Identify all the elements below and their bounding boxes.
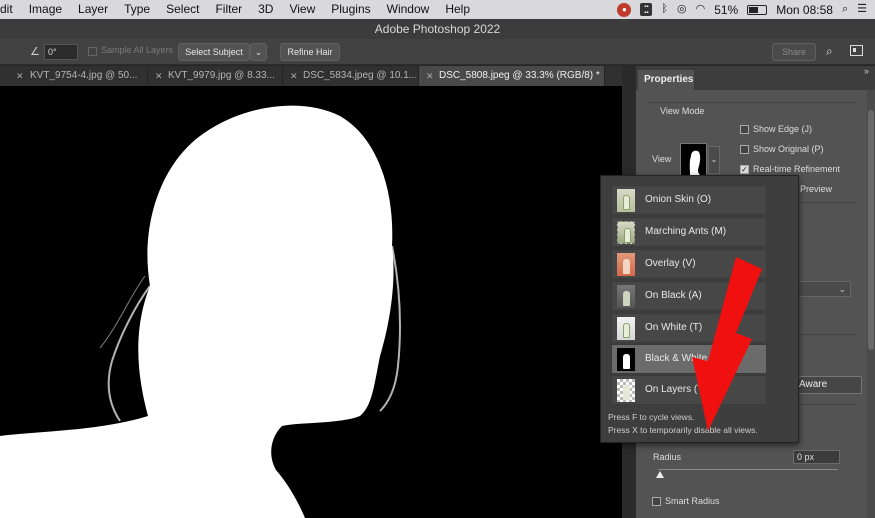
- menu-edit[interactable]: dit: [0, 0, 21, 19]
- show-original-checkbox[interactable]: [740, 144, 749, 154]
- tab-properties[interactable]: Properties: [638, 70, 694, 90]
- silhouette-icon: [689, 150, 701, 175]
- panel-scrollbar-thumb[interactable]: [868, 110, 874, 350]
- show-edge-option[interactable]: Show Edge (J): [740, 124, 812, 134]
- close-icon[interactable]: ✕: [290, 66, 298, 86]
- control-center-icon[interactable]: ☰: [857, 0, 867, 19]
- subject-mask: [0, 105, 401, 518]
- show-original-option[interactable]: Show Original (P): [740, 144, 824, 154]
- menu-3d[interactable]: 3D: [250, 0, 281, 19]
- menu-view[interactable]: View: [281, 0, 323, 19]
- workspace-icon[interactable]: [850, 45, 863, 56]
- smart-radius-option[interactable]: Smart Radius: [652, 496, 720, 506]
- realtime-refinement-checkbox[interactable]: ✓: [740, 164, 749, 174]
- close-icon[interactable]: ✕: [426, 66, 434, 86]
- battery-percent: 51%: [714, 2, 739, 17]
- view-mode-dropdown[interactable]: ⌄: [708, 146, 720, 174]
- refine-hair-button[interactable]: Refine Hair: [280, 43, 340, 61]
- option-label: Onion Skin (O): [645, 194, 712, 205]
- option-label: Marching Ants (M): [645, 226, 727, 237]
- menu-type[interactable]: Type: [116, 0, 158, 19]
- sample-all-layers-label: Sample All Layers: [101, 45, 174, 55]
- tab-kvt-9754[interactable]: ✕ KVT_9754-4.jpg @ 50...: [0, 66, 148, 86]
- document-tabs: ✕ KVT_9754-4.jpg @ 50... ✕ KVT_9979.jpg …: [0, 66, 636, 86]
- view-option-onion-skin[interactable]: Onion Skin (O): [611, 185, 767, 215]
- menu-window[interactable]: Window: [379, 0, 438, 19]
- clock[interactable]: Mon 08:58: [776, 3, 833, 17]
- angle-input[interactable]: 0°: [44, 44, 78, 60]
- menu-plugins[interactable]: Plugins: [323, 0, 378, 19]
- bluetooth-icon[interactable]: ᛒ: [661, 0, 668, 19]
- macos-menu-bar: dit Image Layer Type Select Filter 3D Vi…: [0, 0, 875, 19]
- battery-icon[interactable]: [747, 4, 768, 15]
- select-subject-button[interactable]: Select Subject: [178, 43, 250, 61]
- menu-image[interactable]: Image: [21, 0, 70, 19]
- menu-layer[interactable]: Layer: [70, 0, 116, 19]
- chevron-down-icon: ⌄: [710, 155, 718, 164]
- show-edge-label: Show Edge (J): [753, 124, 813, 134]
- radius-slider-track[interactable]: [658, 469, 838, 470]
- divider: [646, 102, 856, 103]
- show-original-label: Show Original (P): [753, 144, 824, 154]
- wifi-icon[interactable]: ◠: [696, 0, 706, 19]
- onion-skin-thumb-icon: [617, 189, 635, 212]
- select-subject-dropdown[interactable]: ⌄: [250, 43, 267, 61]
- smart-radius-checkbox[interactable]: [652, 496, 661, 506]
- tab-dsc-5834[interactable]: ✕ DSC_5834.jpeg @ 10.1...: [283, 66, 419, 86]
- annotation-arrow-icon: [692, 257, 762, 431]
- on-layers-thumb-icon: [617, 379, 635, 402]
- overlay-thumb-icon: [617, 253, 635, 276]
- radius-label: Radius: [653, 452, 682, 462]
- sample-all-layers-checkbox[interactable]: [88, 47, 97, 56]
- marching-ants-thumb-icon: [617, 221, 635, 244]
- panel-header: Properties »: [636, 66, 875, 90]
- panel-scrollbar[interactable]: [867, 90, 875, 518]
- preview-label: Preview: [800, 184, 833, 194]
- on-black-thumb-icon: [617, 285, 635, 308]
- window-title: Adobe Photoshop 2022: [0, 19, 875, 39]
- close-icon[interactable]: ✕: [16, 66, 24, 86]
- tab-label: KVT_9754-4.jpg @ 50...: [30, 70, 138, 81]
- close-icon[interactable]: ✕: [155, 66, 163, 86]
- black-white-thumb-icon: [617, 348, 635, 371]
- cast-icon[interactable]: ◎: [677, 0, 687, 19]
- realtime-refinement-label: Real-time Refinement: [753, 164, 841, 174]
- tab-kvt-9979[interactable]: ✕ KVT_9979.jpg @ 8.33...: [148, 66, 283, 86]
- document-canvas[interactable]: [0, 86, 622, 518]
- spotlight-search-icon[interactable]: ⌕: [842, 0, 848, 19]
- share-button[interactable]: Share: [772, 43, 816, 61]
- chevron-down-icon: ⌄: [254, 47, 263, 57]
- recording-icon[interactable]: ●: [617, 2, 632, 17]
- app-badge-icon[interactable]: ▪▪ ▪▪: [640, 3, 653, 16]
- view-option-marching-ants[interactable]: Marching Ants (M): [611, 217, 767, 247]
- radius-slider-handle[interactable]: [656, 471, 664, 478]
- on-white-thumb-icon: [617, 317, 635, 340]
- tab-label: DSC_5808.jpeg @ 33.3% (RGB/8) *: [439, 70, 600, 81]
- options-bar: ∠ 0° Sample All Layers Select Subject ⌄ …: [0, 39, 875, 65]
- tab-label: DSC_5834.jpeg @ 10.1...: [303, 70, 418, 81]
- realtime-refinement-option[interactable]: ✓ Real-time Refinement: [740, 164, 840, 174]
- menu-select[interactable]: Select: [158, 0, 207, 19]
- chevron-down-icon: ⌄: [838, 284, 846, 294]
- radius-input[interactable]: 0 px: [793, 450, 840, 464]
- angle-icon: ∠: [30, 46, 40, 58]
- menu-help[interactable]: Help: [437, 0, 478, 19]
- menu-filter[interactable]: Filter: [207, 0, 250, 19]
- smart-radius-label: Smart Radius: [665, 496, 720, 506]
- tab-dsc-5808[interactable]: ✕ DSC_5808.jpeg @ 33.3% (RGB/8) *: [419, 66, 605, 86]
- search-icon[interactable]: ⌕: [826, 44, 833, 59]
- view-mode-thumbnail[interactable]: [680, 143, 707, 177]
- tab-label: KVT_9979.jpg @ 8.33...: [168, 70, 275, 81]
- show-edge-checkbox[interactable]: [740, 124, 749, 134]
- view-mode-label: View Mode: [660, 106, 705, 116]
- view-label: View: [652, 154, 672, 164]
- panel-collapse-icon[interactable]: »: [864, 66, 869, 76]
